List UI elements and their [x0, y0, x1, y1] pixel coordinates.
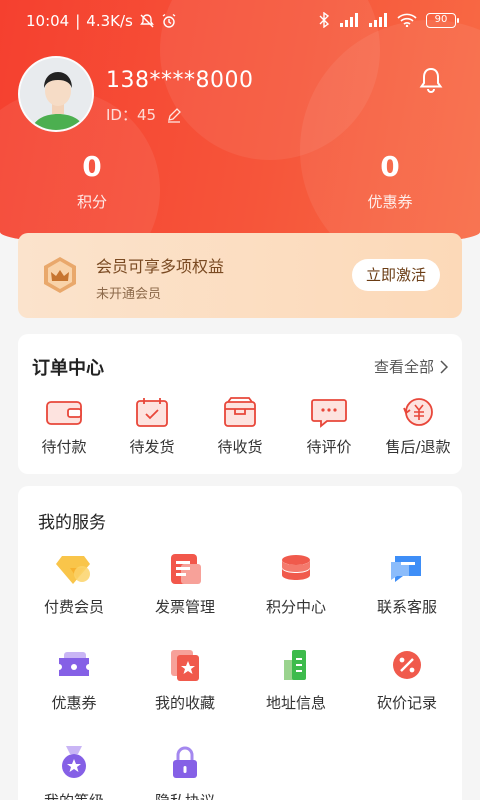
service-label: 优惠券: [51, 694, 97, 712]
activate-button[interactable]: 立即激活: [352, 259, 440, 291]
service-label: 砍价记录: [376, 694, 437, 712]
signal-icon: [340, 13, 358, 27]
chat-icon: [391, 556, 421, 582]
calendar-check-icon: [136, 398, 168, 427]
avatar[interactable]: [18, 56, 94, 132]
service-label: 隐私协议: [129, 790, 241, 800]
order-label: 售后/退款: [385, 438, 451, 456]
order-label: 待付款: [41, 438, 87, 456]
order-after-sales[interactable]: 售后/退款: [374, 396, 462, 457]
service-invoice[interactable]: 发票管理: [129, 552, 241, 617]
service-label: 积分中心: [265, 598, 326, 616]
lock-icon: [173, 746, 197, 778]
diamond-icon: [56, 556, 90, 584]
service-coupons[interactable]: 优惠券: [18, 648, 130, 713]
user-id-text: ID：45: [106, 106, 157, 124]
invoice-icon: [171, 554, 201, 584]
wallet-icon: [46, 401, 82, 425]
my-services-card: 我的服务 付费会员 发票管理 积分中心 联系客服 优惠券 我的收藏 地址信息 砍…: [18, 486, 462, 800]
service-privacy-policy[interactable]: 隐私协议: [129, 746, 241, 800]
points-value: 0: [82, 150, 102, 183]
service-bargain-records[interactable]: 砍价记录: [351, 648, 463, 713]
coupons-value: 0: [380, 150, 400, 183]
edit-icon[interactable]: [166, 107, 182, 123]
service-label: 地址信息: [265, 694, 326, 712]
bell-icon[interactable]: [418, 66, 444, 94]
membership-card: 会员可享多项权益 未开通会员 立即激活: [18, 233, 462, 318]
my-services-title: 我的服务: [38, 513, 106, 533]
service-favorites[interactable]: 我的收藏: [129, 648, 241, 713]
points-stat[interactable]: 0 积分: [32, 150, 152, 212]
view-all-label: 查看全部: [373, 358, 434, 376]
service-label: 我的收藏: [154, 694, 215, 712]
user-phone: 138****8000: [106, 68, 254, 93]
membership-subtitle: 未开通会员: [96, 287, 162, 302]
ticket-icon: [59, 652, 89, 676]
service-paid-member[interactable]: 付费会员: [18, 552, 130, 617]
building-icon: [284, 650, 306, 680]
service-address[interactable]: 地址信息: [240, 648, 352, 713]
order-label: 待评价: [306, 438, 352, 456]
service-label: 联系客服: [376, 598, 437, 616]
order-pending-receipt[interactable]: 待收货: [196, 396, 284, 457]
view-all-orders-link[interactable]: 查看全部: [374, 356, 448, 377]
coin-stack-icon: [282, 555, 310, 580]
order-pending-review[interactable]: 待评价: [285, 396, 373, 457]
refund-icon: [403, 398, 433, 426]
status-bar: 10:04 | 4.3K/s 90: [0, 0, 480, 44]
order-label: 待发货: [129, 438, 175, 456]
coupons-label: 优惠券: [367, 193, 413, 211]
alarm-icon: [162, 13, 176, 28]
order-pending-shipment[interactable]: 待发货: [108, 396, 196, 457]
order-center-title: 订单中心: [32, 358, 104, 379]
service-my-level[interactable]: 我的等级: [18, 746, 130, 800]
bluetooth-icon: [319, 12, 330, 28]
box-icon: [224, 397, 256, 427]
order-pending-payment[interactable]: 待付款: [20, 396, 108, 457]
points-label: 积分: [76, 193, 107, 211]
order-label: 待收货: [217, 438, 263, 456]
membership-title: 会员可享多项权益: [96, 257, 225, 276]
star-card-icon: [171, 650, 199, 681]
mute-bell-icon: [139, 14, 154, 28]
user-id: ID：45: [106, 104, 182, 125]
discount-icon: [393, 651, 421, 679]
medal-icon: [62, 746, 86, 778]
network-speed: 4.3K/s: [86, 12, 133, 30]
signal-icon-2: [369, 13, 387, 27]
service-points-center[interactable]: 积分中心: [240, 552, 352, 617]
chat-bubble-icon: [311, 399, 347, 428]
status-time: 10:04: [26, 12, 70, 30]
crown-badge-icon: [44, 257, 76, 293]
chevron-right-icon: [440, 359, 448, 374]
service-label: 发票管理: [154, 598, 215, 616]
service-customer-support[interactable]: 联系客服: [351, 552, 463, 617]
service-label: 付费会员: [43, 598, 104, 616]
service-label: 我的等级: [18, 790, 130, 800]
coupons-stat[interactable]: 0 优惠券: [330, 150, 450, 212]
battery-indicator: 90: [426, 12, 459, 28]
order-center-card: 订单中心 查看全部 待付款 待发货 待收货 待评价 售后/退款: [18, 334, 462, 474]
wifi-icon: [397, 13, 417, 27]
